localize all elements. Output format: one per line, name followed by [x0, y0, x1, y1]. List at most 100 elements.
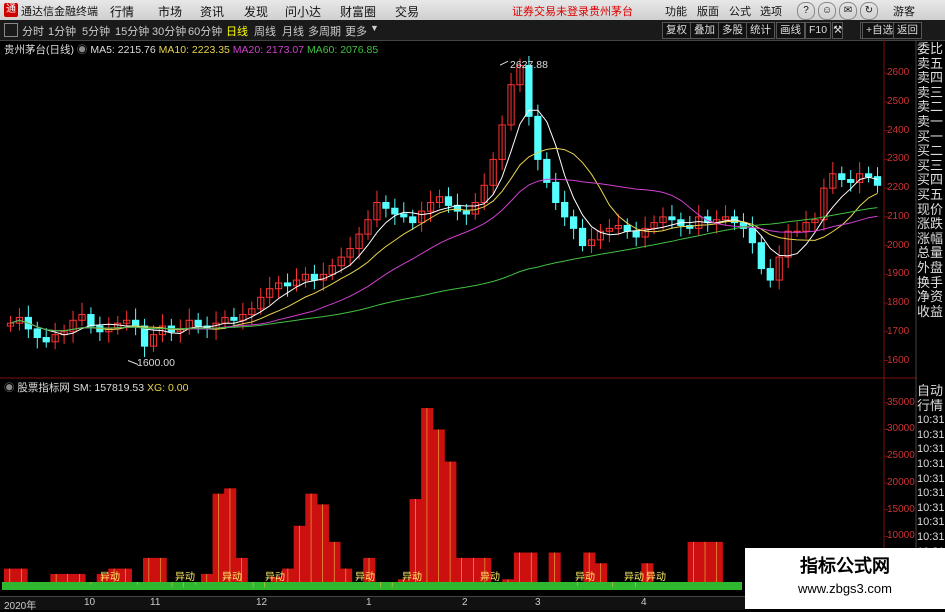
- signal-label: 异动: [355, 571, 375, 583]
- settings-icon[interactable]: ☺: [818, 2, 836, 20]
- period-month[interactable]: 月线: [282, 23, 304, 39]
- menu-xuanxiang[interactable]: 选项: [760, 3, 782, 19]
- refresh-icon[interactable]: ↻: [860, 2, 878, 20]
- app-logo-icon: 通: [4, 3, 18, 17]
- signal-label: 异动: [100, 571, 120, 583]
- quote-field-label[interactable]: 净资: [917, 290, 945, 305]
- help-icon[interactable]: ?: [797, 2, 815, 20]
- overlay-button[interactable]: 叠加: [690, 22, 719, 39]
- sub-settings-dot-icon[interactable]: ◉: [4, 382, 15, 394]
- quote-field-label[interactable]: 卖五: [917, 57, 945, 72]
- back-button[interactable]: 返回: [893, 22, 922, 39]
- period-toolbar: 分时 1分钟 5分钟 15分钟 30分钟 60分钟 日线 周线 月线 多周期 更…: [0, 20, 945, 41]
- draw-line-button[interactable]: 画线: [776, 22, 805, 39]
- menu-gongneng[interactable]: 功能: [665, 3, 687, 19]
- candle-body: [570, 217, 576, 228]
- date-axis: 2020年 10 11 12 1 2 3 4: [0, 596, 745, 610]
- main-y-tick-label: 1900: [887, 268, 909, 279]
- candle-body: [284, 283, 290, 286]
- mail-icon[interactable]: ✉: [839, 2, 857, 20]
- quote-field-label[interactable]: 换手: [917, 276, 945, 291]
- quote-field-label[interactable]: 卖四: [917, 71, 945, 86]
- watermark-title: 指标公式网: [745, 552, 945, 578]
- tick-panel-header: 自动: [917, 384, 945, 399]
- quote-field-label[interactable]: 现价: [917, 203, 945, 218]
- menu-gongshi[interactable]: 公式: [729, 3, 751, 19]
- menu-shichang[interactable]: 市场: [158, 3, 182, 20]
- signal-label: 异动: [624, 571, 644, 583]
- quote-field-label[interactable]: 买二: [917, 144, 945, 159]
- main-y-tick-label: 1600: [887, 355, 909, 366]
- main-y-tick-label: 2200: [887, 182, 909, 193]
- candle-body: [392, 208, 398, 214]
- candle-body: [463, 211, 469, 214]
- period-15min[interactable]: 15分钟: [115, 23, 149, 39]
- quote-field-label[interactable]: 外盘: [917, 261, 945, 276]
- candle-body: [633, 231, 639, 237]
- sub-y-tick-label: 35000: [887, 397, 915, 408]
- more-dropdown-icon[interactable]: ▼: [370, 23, 379, 33]
- tick-time: 10:31: [917, 530, 945, 545]
- stats-button[interactable]: 统计: [746, 22, 775, 39]
- tools-icon[interactable]: ⚒: [832, 22, 843, 39]
- quote-field-label[interactable]: 卖二: [917, 100, 945, 115]
- main-y-tick-label: 2400: [887, 125, 909, 136]
- period-week[interactable]: 周线: [254, 23, 276, 39]
- signal-label: 异动: [175, 571, 195, 583]
- ma10-value: MA10: 2223.35: [159, 44, 230, 56]
- multi-stock-button[interactable]: 多股: [718, 22, 747, 39]
- f10-button[interactable]: F10: [805, 22, 831, 39]
- ma60-value: MA60: 2076.85: [307, 44, 378, 56]
- quote-field-label[interactable]: 买四: [917, 173, 945, 188]
- tick-time: 10:31: [917, 515, 945, 530]
- quote-field-label[interactable]: 卖一: [917, 115, 945, 130]
- kline-chart[interactable]: 异动异动异动异动异动异动异动异动异动异动: [0, 40, 945, 609]
- period-30min[interactable]: 30分钟: [152, 23, 186, 39]
- settings-dot-icon[interactable]: ◉: [77, 44, 88, 56]
- fuquan-button[interactable]: 复权: [662, 22, 691, 39]
- menu-hangqing[interactable]: 行情: [110, 3, 134, 20]
- period-1min[interactable]: 1分钟: [48, 23, 76, 39]
- candle-body: [132, 320, 138, 326]
- menu-zixun[interactable]: 资讯: [200, 3, 224, 20]
- menu-wenxiaoda[interactable]: 问小达: [285, 3, 321, 20]
- main-y-tick-label: 2600: [887, 67, 909, 78]
- login-warning[interactable]: 证券交易未登录: [512, 3, 589, 19]
- period-60min[interactable]: 60分钟: [188, 23, 222, 39]
- period-day[interactable]: 日线: [226, 23, 248, 39]
- ma5-value: MA5: 2215.76: [90, 44, 155, 56]
- candle-body: [579, 228, 585, 245]
- main-y-tick-label: 2000: [887, 240, 909, 251]
- candle-body: [749, 228, 755, 242]
- period-multi[interactable]: 多周期: [308, 23, 341, 39]
- guest-label[interactable]: 游客: [893, 3, 915, 19]
- menu-banmian[interactable]: 版面: [697, 3, 719, 19]
- menu-faxian[interactable]: 发现: [244, 3, 268, 20]
- quote-field-label[interactable]: 委比: [917, 42, 945, 57]
- quote-field-label[interactable]: 买三: [917, 159, 945, 174]
- add-to-watchlist-button[interactable]: +自选: [862, 22, 897, 39]
- sub-y-tick-label: 30000: [887, 423, 915, 434]
- ma20-line: [11, 179, 878, 330]
- candle-body: [624, 225, 630, 231]
- candle-body: [865, 174, 871, 177]
- ma20-value: MA20: 2173.07: [233, 44, 304, 56]
- quote-field-label[interactable]: 收益: [917, 305, 945, 320]
- toolbar-toggle-icon[interactable]: [4, 23, 18, 37]
- menu-jiaoyi[interactable]: 交易: [395, 3, 419, 20]
- quote-field-label[interactable]: 卖三: [917, 86, 945, 101]
- period-5min[interactable]: 5分钟: [82, 23, 110, 39]
- quote-field-label[interactable]: 买一: [917, 130, 945, 145]
- quote-field-label[interactable]: 涨幅: [917, 232, 945, 247]
- quote-sidebar: 委比卖五卖四卖三卖二卖一买一买二买三买四买五现价涨跌涨幅总量外盘换手净资收益: [917, 42, 945, 379]
- quote-field-label[interactable]: 总量: [917, 246, 945, 261]
- signal-label: 异动: [575, 571, 595, 583]
- watermark-banner: 指标公式网 www.zbgs3.com: [745, 548, 945, 609]
- quote-field-label[interactable]: 买五: [917, 188, 945, 203]
- quote-field-label[interactable]: 涨跌: [917, 217, 945, 232]
- period-fenshi[interactable]: 分时: [22, 23, 44, 39]
- main-y-tick-label: 2300: [887, 153, 909, 164]
- period-more[interactable]: 更多: [345, 23, 367, 39]
- menu-caifuquan[interactable]: 财富圈: [340, 3, 376, 20]
- app-name: 通达信金融终端: [21, 3, 98, 19]
